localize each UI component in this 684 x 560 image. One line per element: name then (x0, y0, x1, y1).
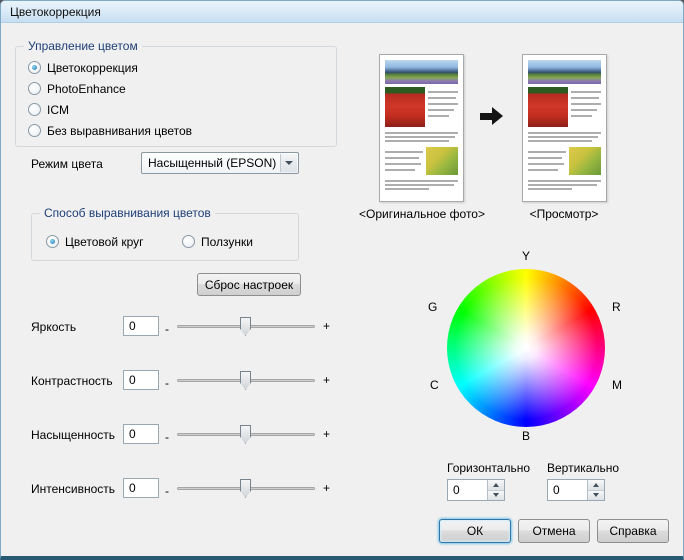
spin-up-icon[interactable] (588, 480, 604, 491)
radio-option-color-circle[interactable]: Цветовой круг (46, 234, 144, 249)
horizontal-input[interactable] (449, 481, 485, 499)
color-correction-dialog: Цветокоррекция Управление цветом Цветоко… (0, 0, 684, 560)
flower-photo (425, 147, 458, 175)
color-mode-label: Режим цвета (31, 157, 103, 171)
wheel-label-green: G (428, 300, 438, 314)
density-label: Интенсивность (31, 482, 116, 496)
horizontal-label: Горизонтально (447, 461, 531, 475)
spin-down-icon[interactable] (488, 490, 504, 500)
original-photo-caption: <Оригинальное фото> (359, 207, 485, 221)
preview-caption: <Просмотр> (529, 207, 599, 221)
flower-photo (568, 147, 601, 175)
contrast-row: Контрастность - + (31, 370, 333, 392)
radio-icon (28, 124, 41, 137)
horizontal-spinner (447, 479, 505, 501)
radio-label: Цветовой круг (65, 234, 144, 249)
contrast-slider[interactable] (177, 370, 315, 392)
window-title: Цветокоррекция (10, 5, 101, 19)
slider-thumb[interactable] (240, 425, 251, 444)
cancel-button[interactable]: Отмена (518, 519, 590, 543)
landscape-photo (385, 60, 458, 84)
minus-label: - (165, 322, 169, 336)
vertical-spinner (547, 479, 605, 501)
text-lines (528, 178, 601, 192)
wheel-label-magenta: M (612, 378, 622, 392)
dialog-body: Управление цветом Цветокоррекция PhotoEn… (1, 23, 683, 556)
text-lines (385, 178, 458, 192)
reset-settings-button[interactable]: Сброс настроек (197, 273, 301, 296)
radio-option-color-correction[interactable]: Цветокоррекция (28, 60, 138, 75)
radio-icon (28, 82, 41, 95)
radio-option-icm[interactable]: ICM (28, 102, 69, 117)
minus-label: - (165, 376, 169, 390)
help-button[interactable]: Справка (597, 519, 669, 543)
radio-label: PhotoEnhance (47, 81, 126, 96)
color-mode-dropdown[interactable]: Насыщенный (EPSON) (141, 152, 299, 174)
radio-icon (182, 235, 195, 248)
wheel-cursor-icon[interactable]: + (521, 338, 530, 356)
text-lines (528, 130, 601, 144)
color-wheel[interactable]: + (447, 269, 605, 427)
saturation-slider[interactable] (177, 424, 315, 446)
minus-label: - (165, 430, 169, 444)
text-lines (528, 147, 566, 175)
brightness-input[interactable] (123, 316, 159, 336)
saturation-input[interactable] (123, 424, 159, 444)
density-row: Интенсивность - + (31, 478, 333, 500)
radio-checked-icon (46, 235, 59, 248)
brightness-slider[interactable] (177, 316, 315, 338)
density-input[interactable] (123, 478, 159, 498)
vertical-input[interactable] (549, 481, 585, 499)
group-label: Способ выравнивания цветов (40, 206, 215, 220)
wheel-label-red: R (612, 300, 621, 314)
slider-thumb[interactable] (240, 371, 251, 390)
plus-label: + (323, 319, 331, 333)
brightness-row: Яркость - + (31, 316, 333, 338)
group-label: Управление цветом (24, 39, 142, 53)
minus-label: - (165, 484, 169, 498)
color-management-group: Управление цветом Цветокоррекция PhotoEn… (15, 39, 337, 147)
saturation-row: Насыщенность - + (31, 424, 333, 446)
text-lines (428, 87, 458, 127)
radio-label: Ползунки (201, 234, 253, 249)
original-photo-thumbnail (379, 54, 464, 202)
landscape-photo (528, 60, 601, 84)
adjustment-method-group: Способ выравнивания цветов Цветовой круг… (31, 206, 299, 261)
contrast-label: Контрастность (31, 374, 113, 388)
plus-label: + (323, 427, 331, 441)
chevron-down-icon[interactable] (280, 154, 297, 172)
spin-down-icon[interactable] (588, 490, 604, 500)
contrast-input[interactable] (123, 370, 159, 390)
spin-up-icon[interactable] (488, 480, 504, 491)
wheel-label-yellow: Y (521, 249, 530, 263)
plus-label: + (323, 481, 331, 495)
slider-thumb[interactable] (240, 317, 251, 336)
text-lines (571, 87, 601, 127)
radio-option-sliders[interactable]: Ползунки (182, 234, 253, 249)
titlebar[interactable]: Цветокоррекция (1, 1, 683, 23)
brightness-label: Яркость (31, 320, 77, 334)
preview-photo-thumbnail (522, 54, 607, 202)
color-mode-value: Насыщенный (EPSON) (148, 156, 277, 170)
radio-label: Цветокоррекция (47, 60, 138, 75)
poppy-field-photo (385, 87, 426, 127)
saturation-label: Насыщенность (31, 428, 116, 442)
wheel-label-blue: B (521, 429, 530, 443)
radio-label: ICM (47, 102, 69, 117)
text-lines (385, 147, 423, 175)
plus-label: + (323, 373, 331, 387)
arrow-right-icon (480, 107, 504, 126)
poppy-field-photo (528, 87, 569, 127)
density-slider[interactable] (177, 478, 315, 500)
radio-option-no-color-adjustment[interactable]: Без выравнивания цветов (28, 123, 192, 138)
wheel-label-cyan: C (430, 378, 439, 392)
radio-icon (28, 103, 41, 116)
vertical-label: Вертикально (547, 461, 620, 475)
ok-button[interactable]: ОК (439, 519, 511, 543)
radio-checked-icon (28, 61, 41, 74)
text-lines (385, 130, 458, 144)
radio-label: Без выравнивания цветов (47, 123, 193, 138)
slider-thumb[interactable] (240, 479, 251, 498)
radio-option-photoenhance[interactable]: PhotoEnhance (28, 81, 126, 96)
